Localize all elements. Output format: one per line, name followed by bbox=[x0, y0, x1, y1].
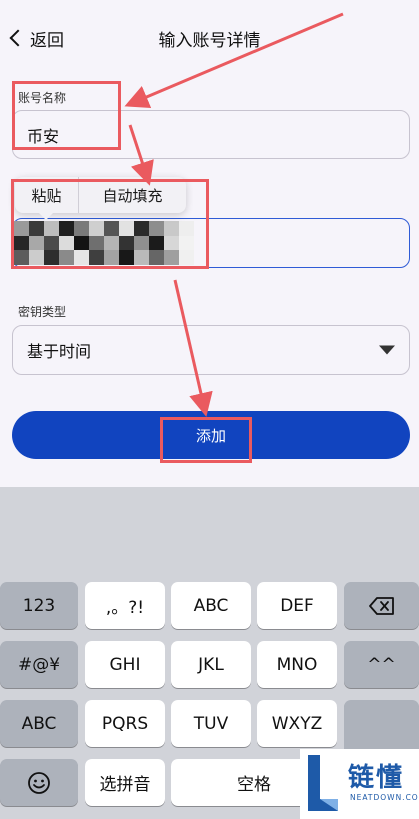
autofill-menu-item[interactable]: 自动填充 bbox=[79, 177, 186, 213]
account-name-value: 币安 bbox=[27, 126, 60, 146]
key-pqrs[interactable]: PQRS bbox=[85, 700, 165, 747]
redacted-key-mosaic bbox=[14, 221, 194, 266]
account-name-field[interactable]: 币安 bbox=[12, 110, 410, 159]
key-emoticon[interactable]: ^^ bbox=[344, 641, 419, 688]
backspace-icon bbox=[368, 596, 394, 615]
page-title: 输入账号详情 bbox=[158, 31, 261, 51]
key-mno[interactable]: MNO bbox=[257, 641, 337, 688]
key-def[interactable]: DEF bbox=[257, 582, 337, 629]
add-button[interactable]: 添加 bbox=[12, 411, 410, 459]
account-name-label: 账号名称 bbox=[18, 91, 67, 105]
dropdown-arrow-icon bbox=[379, 345, 395, 355]
key-type-label: 密钥类型 bbox=[18, 305, 67, 319]
key-symbols[interactable]: #@¥ bbox=[0, 641, 78, 688]
key-jkl[interactable]: JKL bbox=[171, 641, 251, 688]
emoji-key[interactable] bbox=[0, 759, 78, 806]
key-punctuation[interactable]: ,。?! bbox=[85, 582, 165, 629]
delete-key[interactable] bbox=[344, 582, 419, 629]
watermark-text: 链懂 bbox=[348, 763, 405, 793]
key-tuv[interactable]: TUV bbox=[171, 700, 251, 747]
key-wxyz[interactable]: WXYZ bbox=[257, 700, 337, 747]
key-select-pinyin[interactable]: 选拼音 bbox=[85, 759, 165, 806]
menu-pointer bbox=[39, 213, 53, 220]
key-ghi[interactable]: GHI bbox=[85, 641, 165, 688]
key-type-value: 基于时间 bbox=[27, 342, 92, 361]
watermark-subtext: NEATDOWN.COM bbox=[350, 793, 419, 802]
key-abc[interactable]: ABC bbox=[171, 582, 251, 629]
paste-menu-item[interactable]: 粘贴 bbox=[15, 177, 79, 213]
watermark: 链懂 NEATDOWN.COM bbox=[300, 749, 419, 819]
key-abc-mode[interactable]: ABC bbox=[0, 700, 78, 747]
watermark-logo-icon bbox=[308, 755, 338, 811]
navigation-bar: 返回 输入账号详情 bbox=[0, 0, 419, 76]
key-123[interactable]: 123 bbox=[0, 582, 78, 629]
edit-context-menu: 粘贴 自动填充 bbox=[15, 177, 186, 220]
key-type-dropdown[interactable]: 基于时间 bbox=[12, 325, 410, 375]
emoji-icon bbox=[28, 771, 50, 794]
